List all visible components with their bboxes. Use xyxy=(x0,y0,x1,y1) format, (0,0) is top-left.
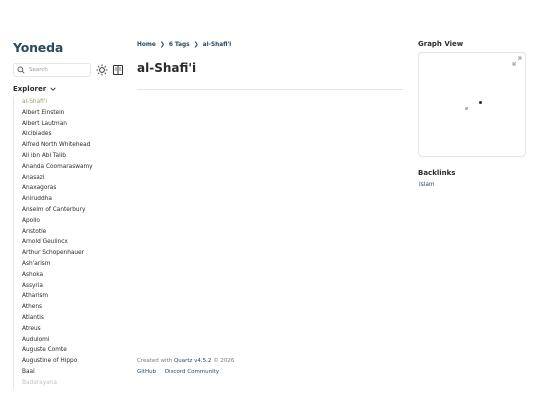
site-title[interactable]: Yoneda xyxy=(13,40,63,55)
graph-view[interactable] xyxy=(418,52,526,157)
explorer-item[interactable]: Atreus xyxy=(14,324,128,335)
explorer-item[interactable]: Ali ibn Abi Talib xyxy=(14,151,128,162)
footer-links: GitHub Discord Community xyxy=(137,369,226,375)
discord-link[interactable]: Discord Community xyxy=(165,369,219,375)
quartz-link[interactable]: Quartz v4.5.2 xyxy=(174,358,212,364)
explorer-item[interactable]: Assyria xyxy=(14,281,128,292)
backlink-item[interactable]: Islam xyxy=(419,182,435,188)
explorer-item[interactable]: Audulomi xyxy=(14,335,128,346)
explorer-item[interactable]: Albert Lautman xyxy=(14,119,128,130)
explorer-item[interactable]: Anselm of Canterbury xyxy=(14,205,128,216)
explorer-item[interactable]: Anasazi xyxy=(14,173,128,184)
graph-view-title: Graph View xyxy=(418,40,464,48)
explorer-tree: al-Shafi'i Albert Einstein Albert Lautma… xyxy=(13,97,128,389)
github-link[interactable]: GitHub xyxy=(137,369,156,375)
breadcrumb: Home ❯ 6 Tags ❯ al-Shafi'i xyxy=(137,41,231,48)
explorer-item[interactable]: Aniruddha xyxy=(14,194,128,205)
chevron-down-icon xyxy=(50,87,56,91)
explorer-item[interactable]: Albert Einstein xyxy=(14,108,128,119)
explorer-item[interactable]: Augustine of Hippo xyxy=(14,356,128,367)
explorer-item[interactable]: Ananda Coomaraswamy xyxy=(14,162,128,173)
breadcrumb-separator: ❯ xyxy=(193,41,199,48)
explorer-item[interactable]: Atlantis xyxy=(14,313,128,324)
search-button[interactable]: Search xyxy=(13,63,91,77)
explorer-item[interactable]: Auguste Comte xyxy=(14,345,128,356)
sun-icon[interactable] xyxy=(96,64,108,76)
graph-node[interactable] xyxy=(465,107,468,110)
explorer-label: Explorer xyxy=(13,85,47,93)
expand-icon[interactable] xyxy=(512,56,522,66)
page-title: al-Shafi'i xyxy=(137,61,197,75)
explorer-item[interactable]: al-Shafi'i xyxy=(14,97,128,108)
explorer-item[interactable]: Arthur Schopenhauer xyxy=(14,248,128,259)
main-content: Home ❯ 6 Tags ❯ al-Shafi'i al-Shafi'i Cr… xyxy=(137,0,405,405)
breadcrumb-current[interactable]: al-Shafi'i xyxy=(203,42,232,48)
explorer-item[interactable]: Atharism xyxy=(14,291,128,302)
explorer-item[interactable]: Ash'arism xyxy=(14,259,128,270)
breadcrumb-tags[interactable]: 6 Tags xyxy=(169,42,190,48)
explorer-item[interactable]: Badarayana xyxy=(14,378,128,389)
left-sidebar: Yoneda Search Explorer al-Shafi'i Albert… xyxy=(13,0,128,405)
book-icon[interactable] xyxy=(112,64,124,76)
right-sidebar: Graph View Backlinks Islam xyxy=(418,0,528,405)
search-placeholder: Search xyxy=(29,67,48,73)
explorer-item[interactable]: Apollo xyxy=(14,216,128,227)
footer-created-prefix: Created with xyxy=(137,358,173,364)
footer-credit: Created with Quartz v4.5.2 © 2026 xyxy=(137,358,234,364)
explorer-item[interactable]: Aristotle xyxy=(14,227,128,238)
breadcrumb-home[interactable]: Home xyxy=(137,42,156,48)
explorer-item[interactable]: Ashoka xyxy=(14,270,128,281)
explorer-item[interactable]: Anaxagoras xyxy=(14,183,128,194)
breadcrumb-separator: ❯ xyxy=(159,41,165,48)
footer-copyright: © 2026 xyxy=(213,358,235,364)
explorer-item[interactable]: Alfred North Whitehead xyxy=(14,140,128,151)
search-icon xyxy=(17,66,25,74)
explorer-item[interactable]: Baal xyxy=(14,367,128,378)
explorer-item[interactable]: Arnold Geulincx xyxy=(14,237,128,248)
backlinks-title: Backlinks xyxy=(418,169,456,177)
explorer-item[interactable]: Alcibiades xyxy=(14,129,128,140)
explorer-toggle[interactable]: Explorer xyxy=(13,85,57,93)
content-divider xyxy=(137,89,403,90)
graph-node-current[interactable] xyxy=(479,101,482,104)
explorer-item[interactable]: Athens xyxy=(14,302,128,313)
